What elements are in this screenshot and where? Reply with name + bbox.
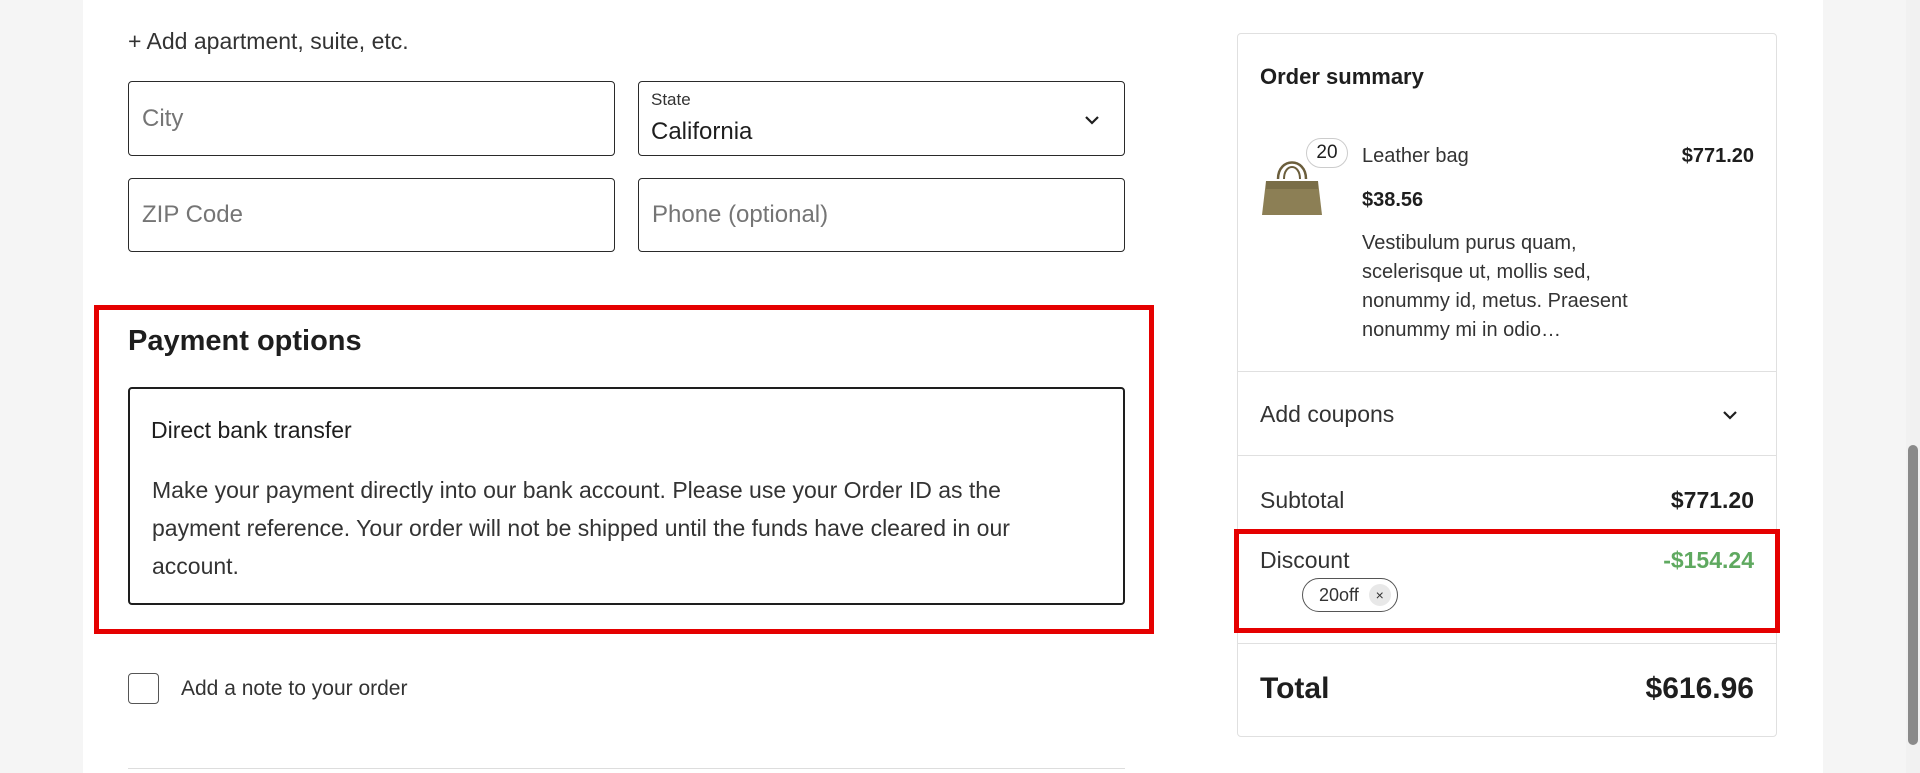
order-summary-title: Order summary xyxy=(1260,64,1424,89)
divider xyxy=(1238,643,1776,644)
payment-method-option[interactable]: Direct bank transfer Make your payment d… xyxy=(128,387,1125,605)
city-placeholder: City xyxy=(142,104,184,132)
order-note-label[interactable]: Add a note to your order xyxy=(181,677,407,701)
divider xyxy=(1238,455,1776,456)
chevron-down-icon xyxy=(1085,116,1099,125)
total-value: $616.96 xyxy=(1645,672,1754,705)
phone-placeholder: Phone (optional) xyxy=(652,201,829,228)
state-value: California xyxy=(651,118,753,145)
total-label: Total xyxy=(1260,672,1330,705)
order-summary-panel: Order summary 20 Leather bag $771.20 $38… xyxy=(1237,33,1777,737)
divider xyxy=(1238,371,1776,372)
item-quantity-badge: 20 xyxy=(1306,138,1348,168)
scrollbar[interactable] xyxy=(1906,0,1920,773)
scrollbar-thumb[interactable] xyxy=(1908,445,1918,745)
order-note-row[interactable]: Add a note to your order xyxy=(128,673,407,704)
payment-options-title: Payment options xyxy=(128,325,362,357)
subtotal-label: Subtotal xyxy=(1260,487,1345,513)
discount-label: Discount xyxy=(1260,547,1350,573)
add-apartment-link[interactable]: + Add apartment, suite, etc. xyxy=(128,28,409,55)
divider xyxy=(128,768,1125,769)
item-name: Leather bag xyxy=(1362,145,1469,167)
item-description: Vestibulum purus quam, scelerisque ut, m… xyxy=(1362,232,1628,341)
coupon-code: 20off xyxy=(1319,584,1359,605)
payment-method-description: Make your payment directly into our bank… xyxy=(152,477,1010,579)
state-label: State xyxy=(651,90,691,109)
add-coupons-toggle[interactable]: Add coupons xyxy=(1260,401,1394,428)
city-field[interactable]: City xyxy=(128,81,615,156)
zip-field[interactable]: ZIP Code xyxy=(128,178,615,252)
zip-placeholder: ZIP Code xyxy=(142,201,243,228)
subtotal-value: $771.20 xyxy=(1670,487,1754,513)
phone-field[interactable]: Phone (optional) xyxy=(638,178,1125,252)
chevron-down-icon[interactable] xyxy=(1720,405,1740,425)
discount-value: -$154.24 xyxy=(1663,547,1754,573)
close-icon[interactable]: × xyxy=(1368,584,1391,606)
item-unit-price: $38.56 xyxy=(1362,189,1424,211)
coupon-chip: 20off × xyxy=(1302,578,1398,612)
order-note-checkbox[interactable] xyxy=(128,673,159,704)
state-select[interactable]: State California xyxy=(638,81,1125,156)
item-line-total: $771.20 xyxy=(1681,145,1754,167)
payment-method-label: Direct bank transfer xyxy=(151,417,352,443)
